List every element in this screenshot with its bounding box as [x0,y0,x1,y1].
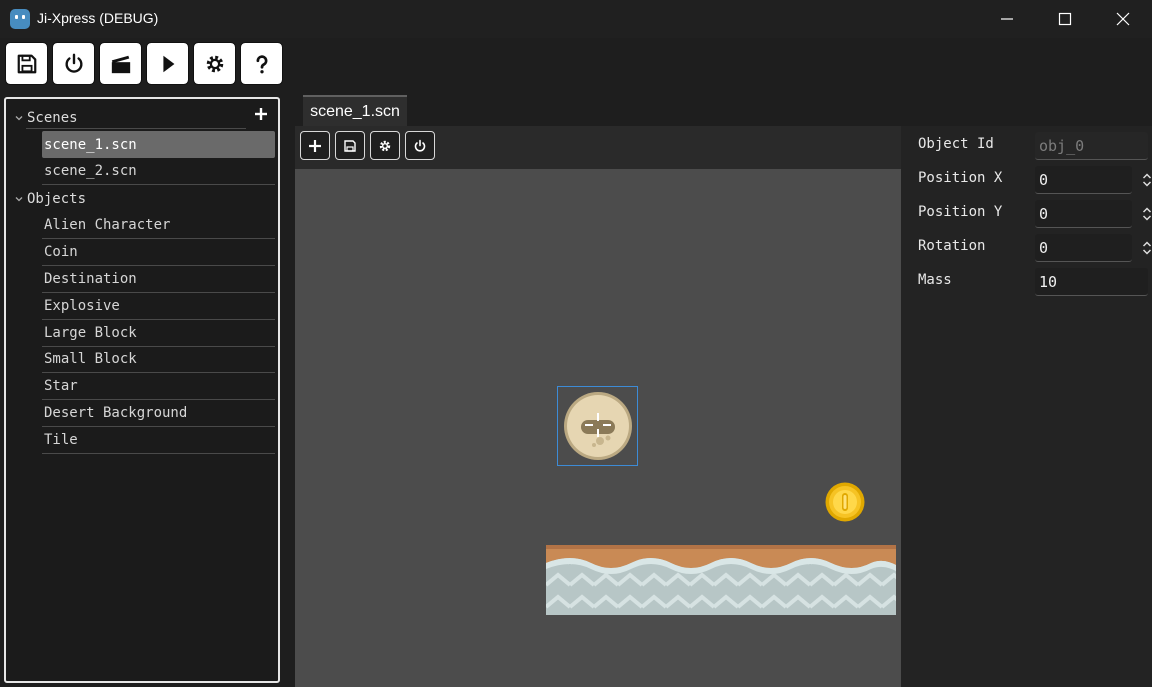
help-button[interactable] [240,42,283,85]
mass-row: Mass 10 [918,266,1148,296]
scene-viewport[interactable] [295,169,901,687]
scene-editor [295,126,901,687]
rotation-label: Rotation [918,238,986,254]
main-toolbar [5,42,283,85]
objects-section-header[interactable]: Objects [14,189,86,209]
add-object-button[interactable] [300,131,330,160]
position-y-field[interactable]: 0 [1035,200,1132,228]
clapperboard-button[interactable] [99,42,142,85]
position-y-label: Position Y [918,204,1003,220]
gear-icon [379,140,391,151]
maximize-icon [1058,12,1072,26]
object-item-tile[interactable]: Tile [42,427,275,454]
rotation-row: Rotation 0 [918,232,1152,262]
object-item-desert-background[interactable]: Desert Background [42,400,275,427]
position-y-row: Position Y 0 [918,198,1152,228]
object-item-destination[interactable]: Destination [42,266,275,293]
save-icon [344,139,356,152]
close-button[interactable] [1094,0,1152,38]
project-tree-panel: Scenes scene_1.scn scene_2.scn Objects A… [4,97,280,683]
scene-item-scene-2[interactable]: scene_2.scn [42,158,275,185]
help-icon [255,54,267,73]
add-scene-plus-icon[interactable] [254,107,268,121]
rotation-field[interactable]: 0 [1035,234,1132,262]
scene-item-scene-1[interactable]: scene_1.scn [42,131,275,158]
tab-scene-1[interactable]: scene_1.scn [303,95,407,126]
spinner-arrows-icon[interactable] [1142,206,1152,222]
object-item-coin[interactable]: Coin [42,239,275,266]
power-icon [414,139,426,152]
alien-character-sprite[interactable] [563,391,633,461]
chevron-down-icon [15,116,23,121]
spinner-arrows-icon[interactable] [1142,172,1152,188]
inspector-panel: Object Id obj_0 Position X 0 Position Y … [901,126,1152,687]
plus-icon [309,139,321,152]
object-id-field: obj_0 [1035,132,1148,160]
title-bar: Ji-Xpress (DEBUG) [0,0,1152,38]
chevron-down-icon [15,197,23,202]
spinner-arrows-icon[interactable] [1142,240,1152,256]
play-icon [162,55,174,72]
mass-field[interactable]: 10 [1035,268,1148,296]
ground-tile-sprite[interactable] [546,545,896,615]
object-item-alien-character[interactable]: Alien Character [42,212,275,239]
window-title: Ji-Xpress (DEBUG) [37,10,159,26]
scenes-label: Scenes [27,110,78,126]
clapperboard-icon [111,55,130,73]
power-button[interactable] [52,42,95,85]
object-id-row: Object Id obj_0 [918,130,1148,160]
scene-tab-bar: scene_1.scn [295,92,1152,126]
godot-icon [10,9,30,29]
settings-button[interactable] [193,42,236,85]
position-x-row: Position X 0 [918,164,1152,194]
position-x-field[interactable]: 0 [1035,166,1132,194]
position-x-label: Position X [918,170,1003,186]
scene-power-button[interactable] [405,131,435,160]
scenes-section-header[interactable]: Scenes [14,108,78,128]
editor-toolbar [300,131,435,160]
close-icon [1116,12,1130,26]
power-icon [64,53,83,73]
maximize-button[interactable] [1036,0,1094,38]
minimize-button[interactable] [978,0,1036,38]
save-icon [17,54,36,73]
object-item-explosive[interactable]: Explosive [42,293,275,320]
coin-sprite[interactable] [825,482,865,522]
scene-settings-button[interactable] [370,131,400,160]
play-button[interactable] [146,42,189,85]
object-item-small-block[interactable]: Small Block [42,346,275,373]
object-id-label: Object Id [918,136,994,152]
divider [26,128,246,129]
mass-label: Mass [918,272,952,288]
object-item-star[interactable]: Star [42,373,275,400]
gear-icon [206,55,223,72]
objects-label: Objects [27,191,87,207]
minimize-icon [1001,18,1013,20]
object-item-large-block[interactable]: Large Block [42,320,275,347]
save-scene-button[interactable] [335,131,365,160]
save-button[interactable] [5,42,48,85]
